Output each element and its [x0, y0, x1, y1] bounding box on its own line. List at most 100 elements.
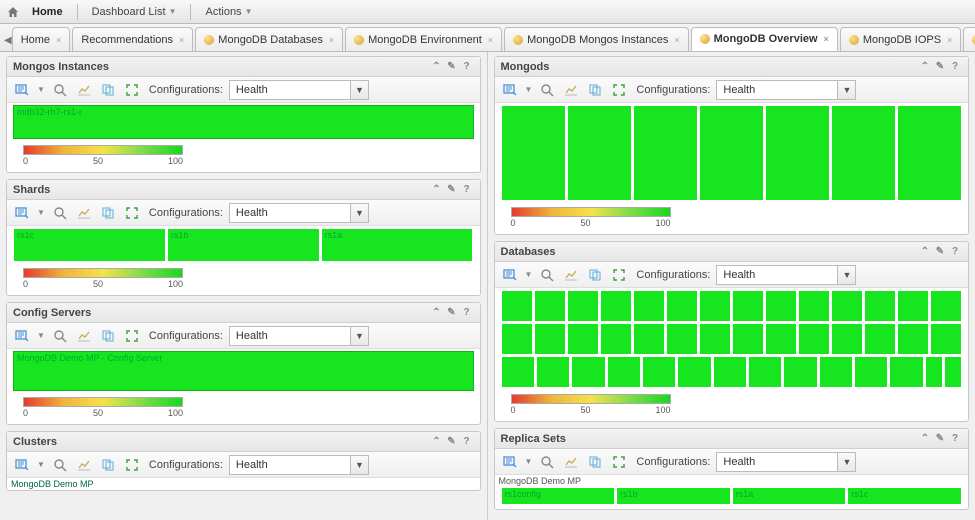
heatmap-cell[interactable] [765, 290, 797, 322]
search-icon[interactable] [51, 204, 69, 222]
heatmap-cell[interactable] [765, 105, 830, 201]
edit-icon[interactable]: ✎ [445, 306, 459, 320]
config-select[interactable]: Health▼ [716, 80, 856, 100]
collapse-icon[interactable]: ⌃ [430, 306, 444, 320]
config-select[interactable]: Health▼ [229, 80, 369, 100]
tab-mo[interactable]: Mo× [963, 27, 975, 51]
heatmap-cell[interactable] [633, 323, 665, 355]
config-select[interactable]: Health▼ [229, 326, 369, 346]
heatmap-cell[interactable]: rs1a [321, 228, 474, 262]
heatmap-cell[interactable]: rs1config [501, 487, 616, 505]
tab-recommendations[interactable]: Recommendations× [72, 27, 193, 51]
close-icon[interactable]: × [488, 35, 493, 45]
expand-icon[interactable] [123, 327, 141, 345]
close-icon[interactable]: × [329, 35, 334, 45]
copy-icon[interactable] [99, 204, 117, 222]
chevron-down-icon[interactable]: ▼ [525, 457, 533, 466]
heatmap-cell[interactable] [642, 356, 676, 388]
copy-icon[interactable] [586, 266, 604, 284]
heatmap-cell[interactable]: rs1a [732, 487, 847, 505]
heatmap-cell[interactable] [831, 105, 896, 201]
heatmap-cell[interactable] [699, 290, 731, 322]
heatmap-cell[interactable] [501, 356, 535, 388]
heatmap-cell[interactable] [567, 290, 599, 322]
collapse-icon[interactable]: ⌃ [918, 432, 932, 446]
edit-icon[interactable]: ✎ [933, 245, 947, 259]
heatmap-cell[interactable] [831, 290, 863, 322]
heatmap-cell[interactable] [732, 290, 764, 322]
chevron-down-icon[interactable]: ▼ [525, 85, 533, 94]
search-icon[interactable] [51, 81, 69, 99]
config-select[interactable]: Health▼ [716, 265, 856, 285]
heatmap-cell[interactable] [831, 323, 863, 355]
heatmap-cell[interactable] [677, 356, 711, 388]
heatmap-cell[interactable]: rs1b [616, 487, 731, 505]
tab-mongodb-databases[interactable]: MongoDB Databases× [195, 27, 343, 51]
heatmap-cell[interactable] [666, 290, 698, 322]
close-icon[interactable]: × [56, 35, 61, 45]
filter-icon[interactable] [13, 327, 31, 345]
edit-icon[interactable]: ✎ [933, 432, 947, 446]
edit-icon[interactable]: ✎ [445, 183, 459, 197]
expand-icon[interactable] [610, 81, 628, 99]
chevron-down-icon[interactable]: ▼ [350, 204, 368, 222]
chart-icon[interactable] [75, 456, 93, 474]
chart-icon[interactable] [75, 327, 93, 345]
expand-icon[interactable] [123, 456, 141, 474]
filter-icon[interactable] [13, 204, 31, 222]
help-icon[interactable]: ? [948, 245, 962, 259]
heatmap-cell[interactable] [944, 356, 962, 388]
help-icon[interactable]: ? [460, 435, 474, 449]
menu-home[interactable]: Home [24, 4, 71, 20]
heatmap-cell[interactable] [534, 323, 566, 355]
edit-icon[interactable]: ✎ [445, 435, 459, 449]
search-icon[interactable] [538, 453, 556, 471]
heatmap-cell[interactable]: rs1c [13, 228, 166, 262]
chevron-down-icon[interactable]: ▼ [37, 85, 45, 94]
close-icon[interactable]: × [824, 34, 829, 44]
help-icon[interactable]: ? [460, 183, 474, 197]
edit-icon[interactable]: ✎ [933, 60, 947, 74]
home-icon[interactable] [6, 5, 20, 19]
heatmap-cell[interactable] [567, 105, 632, 201]
config-select[interactable]: Health▼ [716, 452, 856, 472]
tab-mongodb-mongos-instances[interactable]: MongoDB Mongos Instances× [504, 27, 689, 51]
expand-icon[interactable] [123, 204, 141, 222]
heatmap-cell[interactable]: rs1c [847, 487, 962, 505]
heatmap-cell[interactable] [930, 290, 962, 322]
menu-dashboard-list[interactable]: Dashboard List ▼ [84, 4, 185, 20]
chevron-down-icon[interactable]: ▼ [350, 456, 368, 474]
chevron-down-icon[interactable]: ▼ [37, 460, 45, 469]
heatmap-cell[interactable] [897, 105, 962, 201]
tab-home[interactable]: Home× [12, 27, 71, 51]
chart-icon[interactable] [562, 453, 580, 471]
heatmap-cell[interactable] [783, 356, 817, 388]
chevron-down-icon[interactable]: ▼ [350, 81, 368, 99]
heatmap-cell[interactable] [864, 323, 896, 355]
collapse-icon[interactable]: ⌃ [918, 60, 932, 74]
heatmap-cell[interactable] [699, 323, 731, 355]
heatmap-cell[interactable]: MongoDB Demo MP - Config Server [13, 351, 474, 391]
filter-icon[interactable] [501, 266, 519, 284]
search-icon[interactable] [538, 266, 556, 284]
heatmap-cell[interactable] [897, 290, 929, 322]
heatmap-cell[interactable] [699, 105, 764, 201]
help-icon[interactable]: ? [460, 60, 474, 74]
heatmap-cell[interactable] [889, 356, 923, 388]
chevron-down-icon[interactable]: ▼ [350, 327, 368, 345]
heatmap-cell[interactable] [571, 356, 605, 388]
help-icon[interactable]: ? [948, 60, 962, 74]
heatmap-cell[interactable] [798, 323, 830, 355]
heatmap-cell[interactable] [798, 290, 830, 322]
heatmap-cell[interactable] [854, 356, 888, 388]
chart-icon[interactable] [562, 81, 580, 99]
heatmap-cell[interactable] [600, 323, 632, 355]
chart-icon[interactable] [562, 266, 580, 284]
heatmap-cell[interactable] [501, 105, 566, 201]
heatmap-cell[interactable] [732, 323, 764, 355]
expand-icon[interactable] [610, 453, 628, 471]
tab-scroll-left[interactable]: ◀ [4, 29, 12, 51]
search-icon[interactable] [51, 327, 69, 345]
close-icon[interactable]: × [179, 35, 184, 45]
copy-icon[interactable] [586, 81, 604, 99]
